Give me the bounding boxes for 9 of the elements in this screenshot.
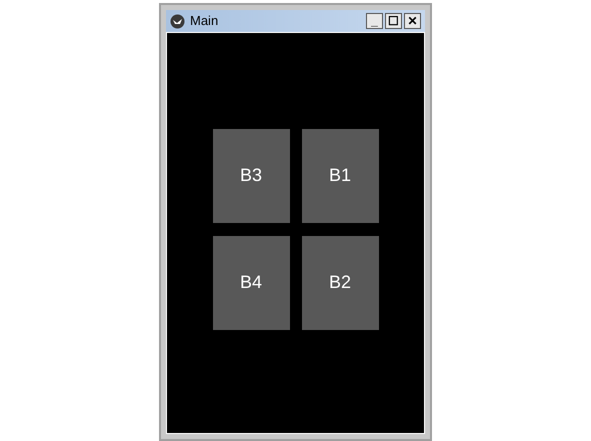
window-title: Main [190,12,220,30]
minimize-button[interactable]: _ [366,13,383,29]
grid-button[interactable]: B1 [302,128,378,222]
grid-button[interactable]: B2 [302,236,378,330]
app-icon [170,14,185,28]
grid-button[interactable]: B4 [212,236,290,330]
grid-button[interactable]: B3 [212,128,290,222]
maximize-button[interactable]: ☐ [385,13,402,29]
close-button[interactable]: ✕ [404,13,421,29]
